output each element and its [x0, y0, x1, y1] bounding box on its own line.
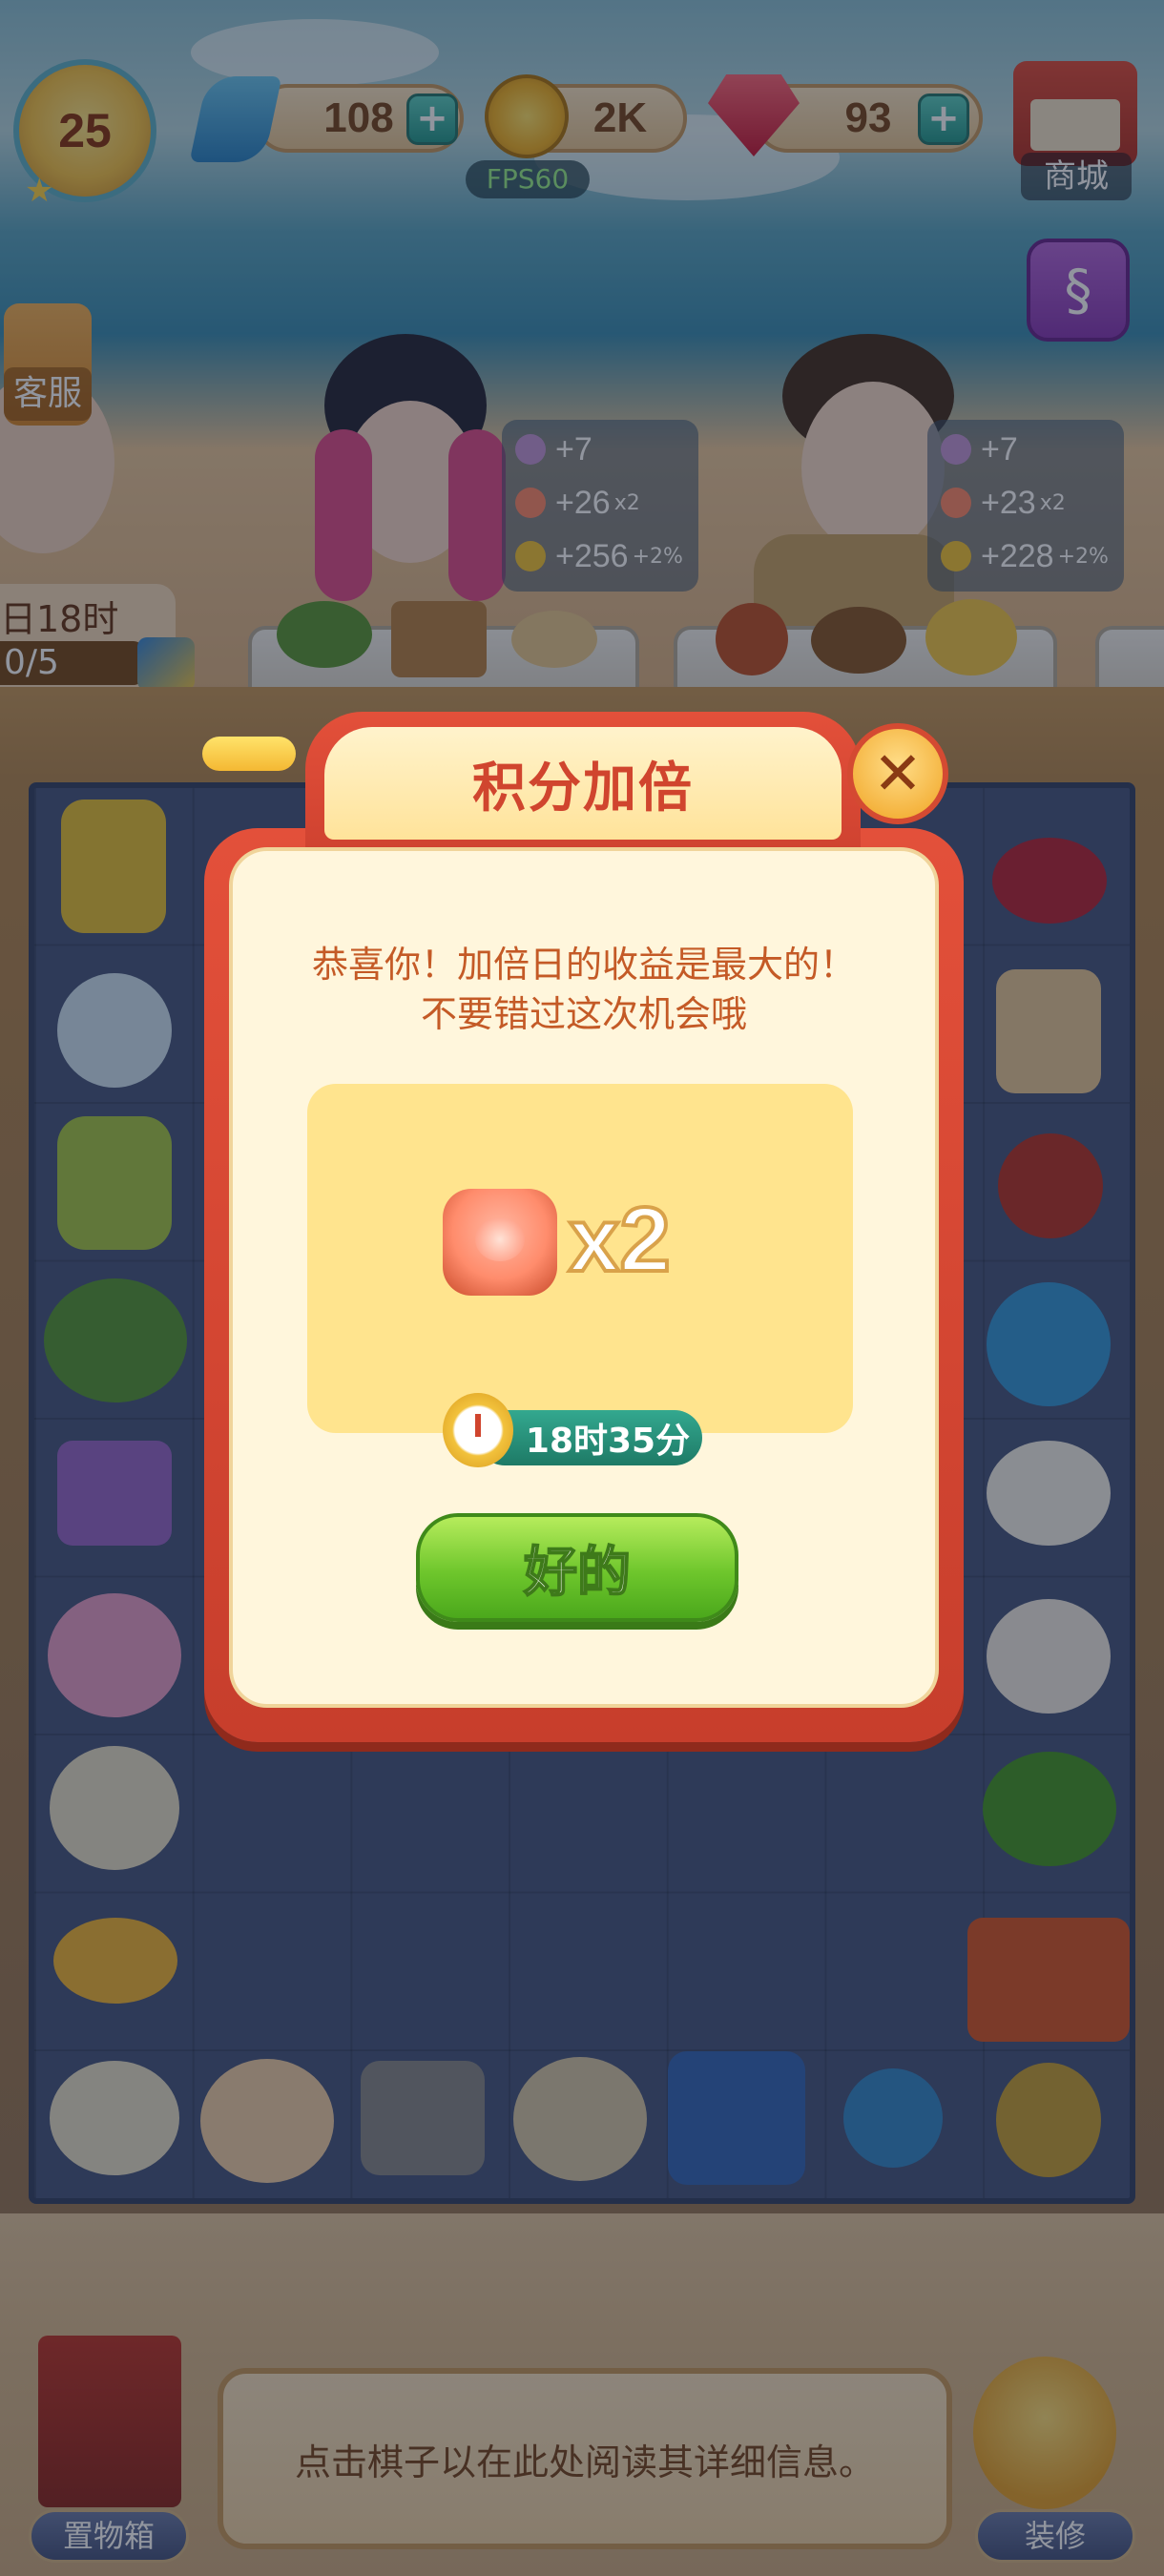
- flower-cake-icon: [443, 1189, 557, 1296]
- alarm-clock-icon: [443, 1393, 513, 1467]
- close-icon: ✕: [873, 738, 923, 808]
- close-button[interactable]: ✕: [847, 723, 948, 824]
- dialog-message: 恭喜你！加倍日的收益是最大的！ 不要错过这次机会哦: [239, 940, 929, 1039]
- dialog-message-line-2: 不要错过这次机会哦: [420, 993, 747, 1035]
- ok-button-label: 好的: [523, 1541, 632, 1605]
- decorative-pill: [202, 737, 296, 771]
- dialog-title: 积分加倍: [472, 757, 694, 820]
- event-timer-text: 18时35分: [525, 1422, 691, 1461]
- dialog-message-line-1: 恭喜你！加倍日的收益是最大的！: [311, 944, 856, 986]
- reward-multiplier: x2: [567, 1187, 673, 1293]
- dialog-title-banner: 积分加倍: [324, 727, 842, 840]
- ok-button[interactable]: 好的: [416, 1513, 738, 1622]
